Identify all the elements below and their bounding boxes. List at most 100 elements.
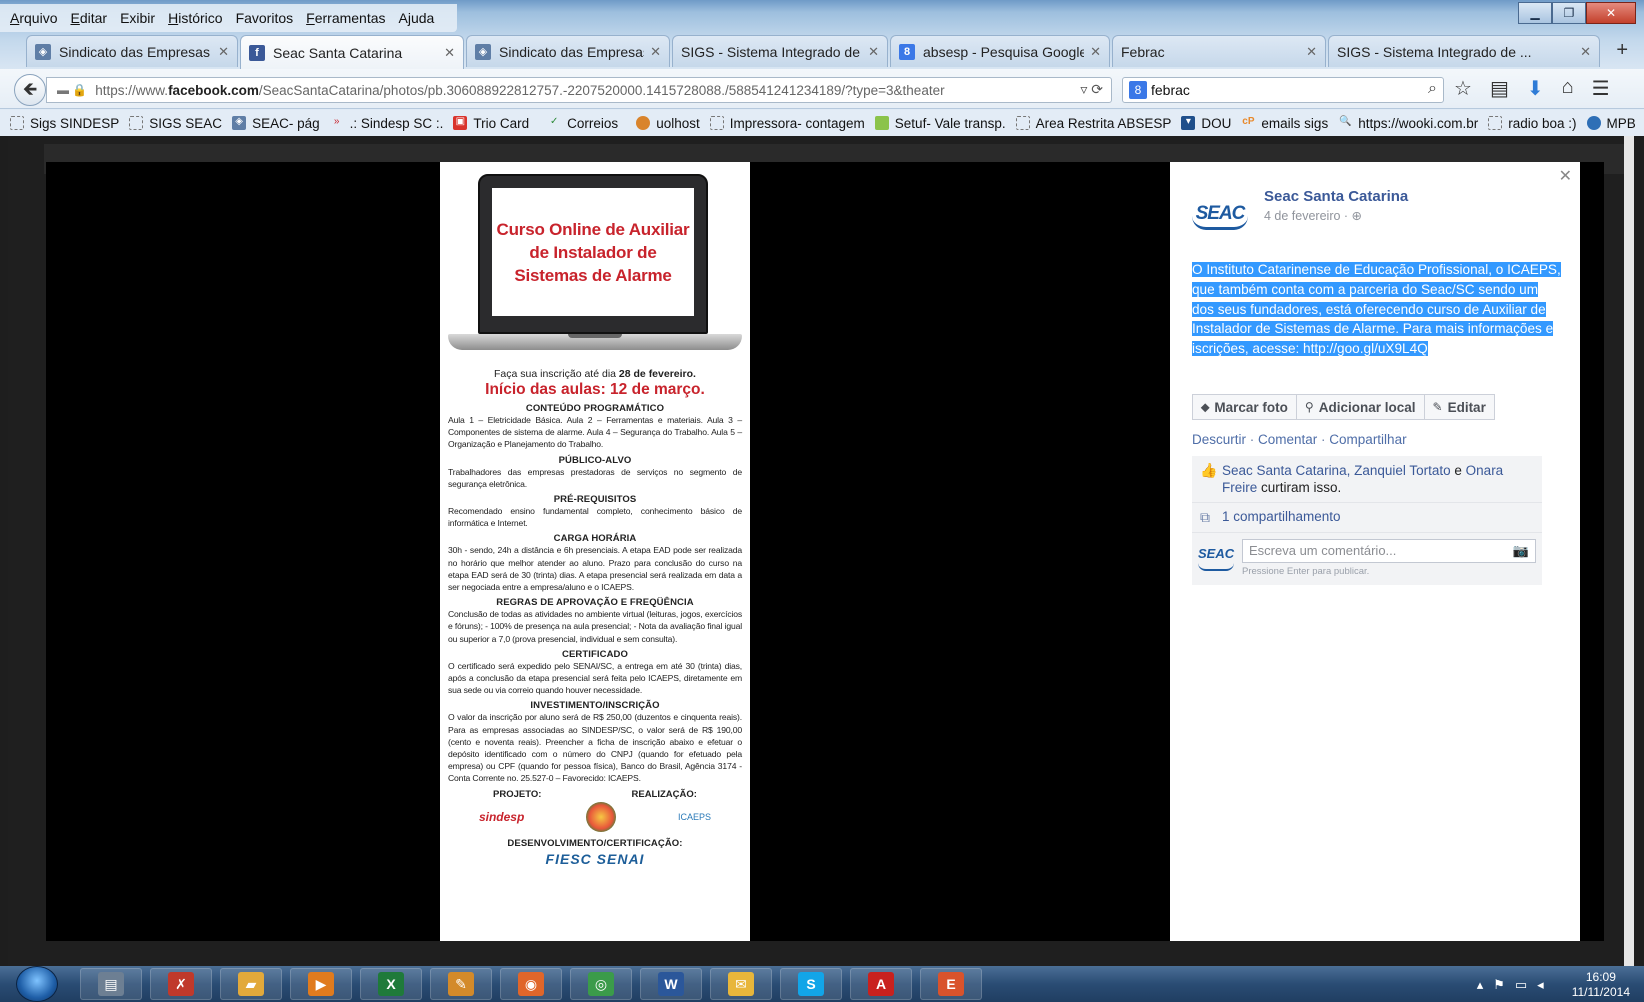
comment-hint: Pressione Enter para publicar. [1242,566,1370,577]
bookmark-item[interactable]: ».: Sindesp SC :. [330,116,444,131]
taskbar-app-button[interactable]: W [640,968,702,1000]
feedback-box: 👍 Seac Santa Catarina, Zanquiel Tortato … [1192,456,1542,585]
search-input[interactable]: febrac [1151,82,1190,98]
address-bar[interactable]: ▬ 🔒 https://www.facebook.com/SeacSantaCa… [46,77,1112,103]
maximize-button[interactable]: ❐ [1552,2,1586,24]
tab-seac-santa-catarina[interactable]: f Seac Santa Catarina ✕ [240,35,464,69]
back-button[interactable]: 🡸 [14,74,46,106]
reading-list-icon[interactable]: ▤ [1490,76,1509,101]
comment-link[interactable]: Comentar [1258,432,1317,447]
bookmark-item[interactable]: SIGS SEAC [129,116,222,131]
edit-button[interactable]: ✎ Editar [1424,394,1495,420]
download-icon[interactable]: ⬇ [1527,76,1544,101]
tag-photo-button[interactable]: ⬥ Marcar foto [1192,394,1297,420]
menu-ajuda[interactable]: Ajuda [399,10,435,26]
close-icon[interactable]: ✕ [650,44,661,60]
google-icon[interactable]: 8 [1129,81,1147,99]
taskbar-app-button[interactable]: ◉ [500,968,562,1000]
camera-icon[interactable]: 📷 [1513,543,1529,559]
bookmark-item[interactable]: Setuf- Vale transp. [874,116,1006,131]
clock[interactable]: 16:09 11/11/2014 [1572,970,1630,1000]
tab-sindicato-1[interactable]: ◈ Sindicato das Empresas ... ✕ [26,35,238,67]
taskbar-app-button[interactable]: ▰ [220,968,282,1000]
search-icon[interactable]: ⌕ [1428,80,1437,98]
section-heading: INVESTIMENTO/INSCRIÇÃO [530,700,660,712]
bookmark-item[interactable]: 🔍 https://wooki.com.br [1338,116,1478,131]
bookmark-item[interactable]: cP emails sigs [1241,116,1328,131]
tab-google-search[interactable]: 8 absesp - Pesquisa Google ✕ [890,35,1110,67]
bookmark-item[interactable]: uolhost [636,116,700,131]
page-avatar[interactable]: SEAC [1192,200,1248,230]
bookmark-item[interactable]: ▣ Trio Card [453,116,529,131]
bookmark-item[interactable]: ▾ DOU [1181,116,1231,131]
post-date[interactable]: 4 de fevereiro · ⊕ [1264,208,1362,223]
unlike-link[interactable]: Descurtir [1192,432,1246,447]
taskbar-app-button[interactable]: S [780,968,842,1000]
close-icon[interactable]: ✕ [1559,166,1572,186]
bookmark-item[interactable]: ✓ Correios [547,116,618,131]
share-icon: ⧉ [1200,509,1210,525]
taskbar-app-button[interactable]: A [850,968,912,1000]
menu-favoritos[interactable]: Favoritos [236,10,294,26]
close-window-button[interactable]: ✕ [1586,2,1636,24]
minimize-button[interactable]: ▁ [1518,2,1552,24]
close-icon[interactable]: ✕ [868,44,879,60]
reload-icon[interactable]: ▿ ⟳ [1080,81,1103,98]
taskbar-app-button[interactable]: ✗ [150,968,212,1000]
bookmark-item[interactable]: MPB [1586,116,1636,131]
section-text: Recomendado ensino fundamental completo,… [448,506,742,529]
tab-sindicato-2[interactable]: ◈ Sindicato das Empresas ... ✕ [466,35,670,67]
search-bar[interactable]: 8 febrac ⌕ [1122,77,1444,103]
thumbs-up-icon: 👍 [1200,462,1218,478]
menu-exibir[interactable]: Exibir [120,10,155,26]
pencil-icon: ✎ [1432,400,1443,414]
bookmark-item[interactable]: Impressora- contagem [709,116,865,131]
close-icon[interactable]: ✕ [1090,44,1101,60]
bookmark-star-icon[interactable]: ☆ [1454,76,1472,101]
taskbar-app-button[interactable]: ◎ [570,968,632,1000]
location-pin-icon: ⚲ [1304,400,1314,414]
taskbar-app-button[interactable]: ✎ [430,968,492,1000]
tab-sigs-1[interactable]: SIGS - Sistema Integrado de ... ✕ [672,35,888,67]
start-button[interactable] [16,966,58,1002]
menu-editar[interactable]: Editar [70,10,107,26]
shares-summary[interactable]: ⧉ 1 compartilhamento [1192,503,1542,533]
section-heading: PRÉ-REQUISITOS [553,494,637,506]
add-location-button[interactable]: ⚲ Adicionar local [1296,394,1425,420]
taskbar-app-button[interactable]: ▶ [290,968,352,1000]
close-icon[interactable]: ✕ [1580,44,1591,60]
new-tab-button[interactable]: + [1616,39,1628,62]
bookmark-item[interactable]: radio boa :) [1488,116,1577,131]
tray-icons[interactable]: ▴⚑▭◂ [1477,977,1554,993]
bookmark-item[interactable]: Sigs SINDESP [10,116,119,131]
close-icon[interactable]: ✕ [1306,44,1317,60]
bookmark-item[interactable]: Area Restrita ABSESP [1015,116,1171,131]
home-icon[interactable]: ⌂ [1562,76,1574,101]
menu-arquivo[interactable]: Arquivo [10,10,57,26]
app-icon: E [938,972,964,996]
tab-strip: ◈ Sindicato das Empresas ... ✕ f Seac Sa… [8,35,1636,69]
menu-historico[interactable]: Histórico [168,10,222,26]
page-info-icon[interactable]: ▬ 🔒 [57,83,87,97]
likers-link[interactable]: Seac Santa Catarina, Zanquiel Tortato [1222,463,1451,478]
comment-input[interactable]: Escreva um comentário... 📷 [1242,539,1536,563]
share-link[interactable]: Compartilhar [1329,432,1406,447]
tab-sigs-2[interactable]: SIGS - Sistema Integrado de ... ✕ [1328,35,1600,67]
page-name-link[interactable]: Seac Santa Catarina [1264,188,1408,205]
bookmark-item[interactable]: ◈ SEAC- pág [232,116,320,131]
tab-febrac[interactable]: Febrac ✕ [1112,35,1326,67]
taskbar-app-button[interactable]: X [360,968,422,1000]
taskbar-app-button[interactable]: E [920,968,982,1000]
menu-icon[interactable]: ☰ [1592,76,1610,101]
taskbar-app-button[interactable]: ▤ [80,968,142,1000]
close-icon[interactable]: ✕ [444,45,455,61]
section-heading: CONTEÚDO PROGRAMÁTICO [525,403,665,414]
comment-composer: SEAC Escreva um comentário... 📷 Pression… [1192,533,1542,585]
menu-ferramentas[interactable]: Ferramentas [306,10,385,26]
partner-logos: sindesp ICAEPS [448,800,742,834]
taskbar-app-button[interactable]: ✉ [710,968,772,1000]
tag-icon: ⬥ [1201,399,1210,414]
page-scrollbar[interactable] [1624,136,1634,966]
close-icon[interactable]: ✕ [218,44,229,60]
excel-icon: X [378,972,404,996]
